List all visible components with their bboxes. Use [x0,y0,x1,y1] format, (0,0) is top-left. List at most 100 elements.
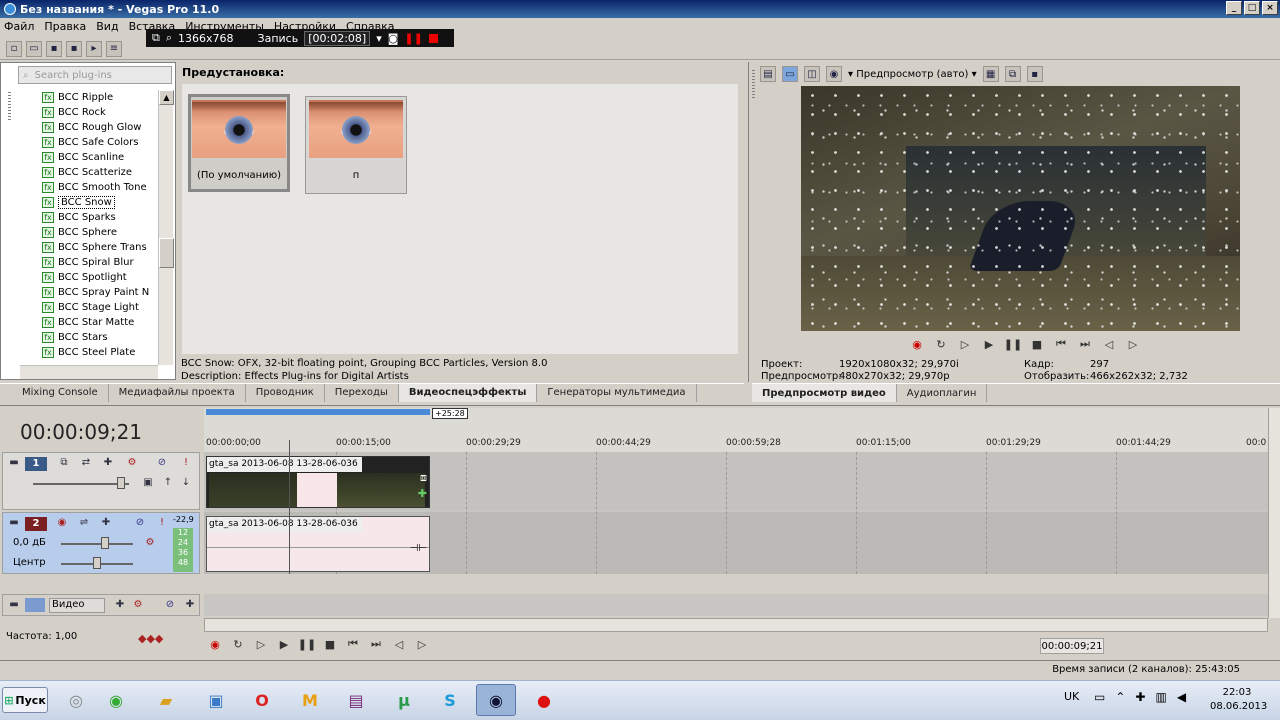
track-minimize-icon[interactable]: ▬ [7,517,21,529]
zoom-icon[interactable]: ⌕ [166,31,172,45]
opacity-slider[interactable] [33,483,129,485]
save-icon[interactable]: ▪ [46,40,62,57]
save-snapshot-icon[interactable]: ▪ [1026,66,1043,82]
cursor-time[interactable]: 00:00:09;21 [1040,638,1104,654]
bus-label[interactable]: Видео [49,598,105,613]
overlay-icon[interactable]: ◉ [826,66,842,82]
rate-slider[interactable]: ◆◆◆ [138,632,163,645]
go-start-icon[interactable]: ⏮ [1052,336,1070,352]
plugin-item[interactable]: fx BCC Sparks [20,210,158,225]
loop-icon[interactable]: ↻ [229,636,247,652]
loop-region[interactable] [206,409,430,415]
gear-icon[interactable]: ⚙ [125,457,139,469]
split-icon[interactable]: ◫ [804,66,820,82]
taskbar-app-icon[interactable]: M [290,684,330,716]
recorder-taskbar-icon[interactable]: ● [524,684,564,716]
tray-icon[interactable]: ✚ [1135,690,1145,704]
go-end-icon[interactable]: ⏭ [367,636,385,652]
plugin-item[interactable]: fx BCC Star Matte [20,315,158,330]
plugin-item[interactable]: fx BCC Sphere Trans [20,240,158,255]
mute-icon[interactable]: ⊘ [155,457,169,469]
plugin-search-input[interactable]: ⌕ Search plug-ins [18,66,172,84]
prev-frame-icon[interactable]: ◁ [390,636,408,652]
arm-record-icon[interactable]: ◉ [55,517,69,529]
tab-project-media[interactable]: Медиафайлы проекта [109,383,246,402]
track-fx-icon[interactable]: ✚ [101,457,115,469]
arrow-down-icon[interactable]: ↓ [179,477,193,489]
pause-icon[interactable]: ❚❚ [1004,336,1022,352]
clock[interactable]: 22:03 08.06.2013 [1210,686,1267,714]
plugin-item[interactable]: fx BCC Ripple [20,90,158,105]
network-icon[interactable]: ▥ [1155,690,1166,704]
save-as-icon[interactable]: ▪ [66,40,82,57]
record-icon[interactable]: ◉ [206,636,224,652]
taskbar-app-icon[interactable]: ◎ [56,684,96,716]
pan-slider-knob[interactable] [93,557,101,569]
go-start-icon[interactable]: ⏮ [344,636,362,652]
crop-icon[interactable]: ⧈ [420,471,427,485]
start-button[interactable]: ⊞ Пуск [2,687,48,713]
stop-icon[interactable]: ■ [321,636,339,652]
copy-snapshot-icon[interactable]: ⧉ [1004,66,1021,82]
plugin-item[interactable]: fx BCC Safe Colors [20,135,158,150]
close-button[interactable]: × [1262,1,1278,15]
taskbar-app-icon[interactable]: ▣ [196,684,236,716]
play-icon[interactable]: ▶ [275,636,293,652]
plugin-list-scrollbar[interactable]: ▲ [158,90,174,365]
stop-icon[interactable]: ■ [1028,336,1046,352]
menu-file[interactable]: Файл [4,20,34,33]
tab-video-preview[interactable]: Предпросмотр видео [752,384,897,402]
grid-icon[interactable]: ▦ [982,66,999,82]
maximize-button[interactable]: □ [1244,1,1260,15]
folder-icon[interactable]: ▰ [146,684,186,716]
pause-icon[interactable]: ❚❚ [404,32,422,45]
winrar-icon[interactable]: ▤ [336,684,376,716]
language-indicator[interactable]: UK [1064,690,1079,703]
tab-media-generators[interactable]: Генераторы мультимедиа [537,383,697,402]
new-icon[interactable]: ▫ [6,40,22,57]
open-icon[interactable]: ▭ [26,40,42,57]
mute-icon[interactable]: ⊘ [133,517,147,529]
panel-grip[interactable] [752,70,755,100]
track-fx-icon[interactable]: ✚ [113,599,127,611]
playhead-cursor[interactable] [289,440,290,574]
next-frame-icon[interactable]: ▷ [1124,336,1142,352]
render-icon[interactable]: ▸ [86,40,102,57]
fx-icon[interactable]: ✚ [418,487,427,500]
loop-icon[interactable]: ↻ [932,336,950,352]
prev-frame-icon[interactable]: ◁ [1100,336,1118,352]
window-icon[interactable]: ⧉ [152,31,160,45]
track-minimize-icon[interactable]: ▬ [7,457,21,469]
minimize-button[interactable]: _ [1226,1,1242,15]
preset-custom[interactable]: п [305,96,407,194]
panel-grip[interactable] [8,92,11,122]
opera-icon[interactable]: O [242,684,282,716]
menu-view[interactable]: Вид [96,20,118,33]
plugin-item[interactable]: fx BCC Steel Plate [20,345,158,360]
motion-icon[interactable]: ⇄ [79,457,93,469]
plugin-item[interactable]: fx BCC Rock [20,105,158,120]
plugin-item-selected[interactable]: fx BCC Snow [20,195,158,210]
plugin-list-hscrollbar[interactable] [20,365,158,379]
arrow-up-icon[interactable]: ↑ [161,477,175,489]
audio-clip[interactable]: gta_sa 2013-06-08 13-28-06-036 ⊣⊢ [206,516,430,572]
camera-icon[interactable]: ◙ [388,32,399,45]
utorrent-icon[interactable]: µ [384,684,424,716]
plugin-item[interactable]: fx BCC Stars [20,330,158,345]
bus-lane[interactable] [204,594,1268,616]
solo-icon[interactable]: ! [179,457,193,469]
volume-slider-knob[interactable] [101,537,109,549]
menu-edit[interactable]: Правка [44,20,86,33]
taskbar-app-icon[interactable]: ◉ [96,684,136,716]
bypass-icon[interactable]: ▣ [141,477,155,489]
volume-icon[interactable]: ◀ [1177,690,1186,704]
play-from-start-icon[interactable]: ▷ [252,636,270,652]
scroll-up-icon[interactable]: ▲ [159,90,174,105]
preview-mode-select[interactable]: ▾ Предпросмотр (авто) ▾ [848,69,977,80]
scroll-thumb[interactable] [159,238,174,268]
skype-icon[interactable]: S [430,684,470,716]
plugin-item[interactable]: fx BCC Rough Glow [20,120,158,135]
properties-icon[interactable]: ≡ [106,40,122,57]
opacity-slider-knob[interactable] [117,477,125,489]
play-from-start-icon[interactable]: ▷ [956,336,974,352]
